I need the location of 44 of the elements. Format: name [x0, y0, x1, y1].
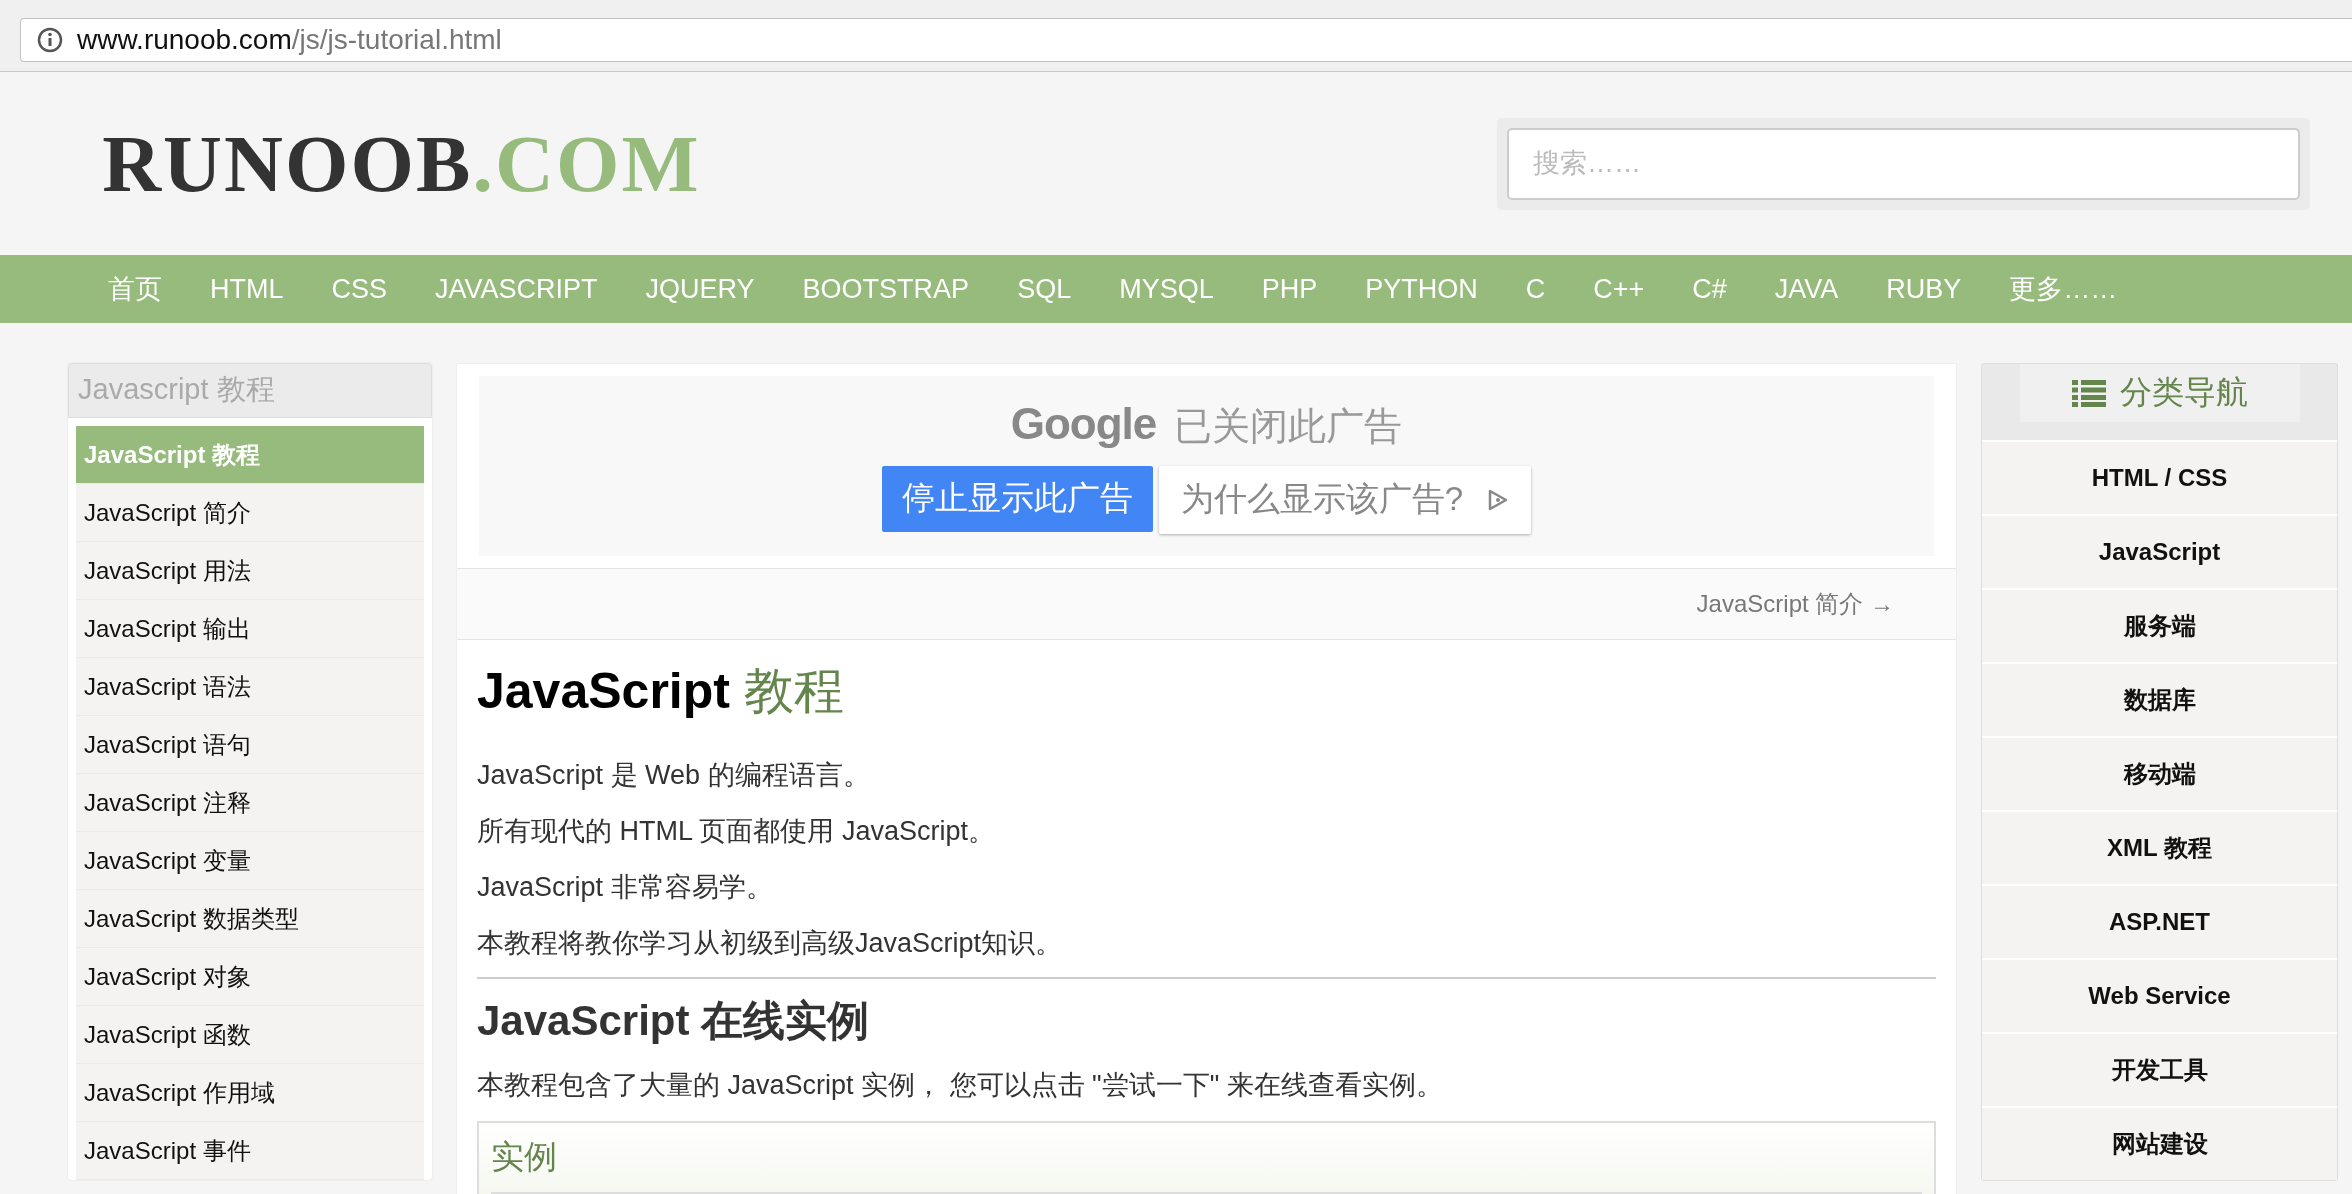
sidebar-item[interactable]: JavaScript 语句: [76, 716, 424, 774]
sidebar-item[interactable]: JavaScript 变量: [76, 832, 424, 890]
sidebar-item[interactable]: JavaScript 输出: [76, 600, 424, 658]
paragraph: JavaScript 是 Web 的编程语言。: [477, 759, 871, 792]
play-icon: [1487, 487, 1510, 512]
stop-ad-button[interactable]: 停止显示此广告: [881, 465, 1153, 532]
ad-brand: Google: [1010, 398, 1157, 449]
category-link[interactable]: 网站建设: [1982, 1106, 2337, 1180]
sidebar-item[interactable]: JavaScript 简介: [76, 484, 424, 542]
sidebar-item[interactable]: JavaScript 语法: [76, 658, 424, 716]
why-ad-button[interactable]: 为什么显示该广告?: [1158, 465, 1532, 534]
category-link[interactable]: JavaScript: [1982, 514, 2337, 588]
sidebar-item[interactable]: JavaScript 数据类型: [76, 890, 424, 948]
search-field[interactable]: 搜索……: [1507, 127, 2300, 200]
sidebar-item[interactable]: JavaScript 注释: [76, 774, 424, 832]
sidebar-item[interactable]: JavaScript 对象: [76, 948, 424, 1006]
paragraph: 本教程将教你学习从初级到高级JavaScript知识。: [477, 927, 1064, 960]
sidebar-title: Javascript 教程: [68, 363, 432, 418]
paragraph: 所有现代的 HTML 页面都使用 JavaScript。: [477, 815, 997, 848]
sidebar-item[interactable]: JavaScript 事件: [76, 1122, 424, 1180]
category-link[interactable]: HTML / CSS: [1982, 440, 2337, 514]
url-text: www.runoob.com/js/js-tutorial.html: [77, 24, 502, 56]
sidebar-item[interactable]: JavaScript 函数: [76, 1006, 424, 1064]
category-link[interactable]: 移动端: [1982, 736, 2337, 810]
info-icon: [37, 27, 63, 53]
list-icon: [2071, 379, 2106, 407]
sidebar-item[interactable]: JavaScript 用法: [76, 542, 424, 600]
site-logo[interactable]: RUNOOB.COM: [102, 123, 701, 204]
category-link[interactable]: ASP.NET: [1982, 884, 2337, 958]
paragraph: 本教程包含了大量的 JavaScript 实例， 您可以点击 "尝试一下" 来在线查看实例。: [477, 1069, 1444, 1102]
category-link[interactable]: 数据库: [1982, 662, 2337, 736]
address-bar[interactable]: www.runoob.com/js/js-tutorial.html: [20, 18, 2352, 62]
category-title-text: 分类导航: [2119, 373, 2248, 412]
example-title: 实例: [491, 1137, 558, 1177]
category-link[interactable]: 服务端: [1982, 588, 2337, 662]
ad-message: 已关闭此广告: [1174, 403, 1403, 449]
section-title: JavaScript 在线实例: [477, 996, 871, 1046]
category-link[interactable]: 开发工具: [1982, 1032, 2337, 1106]
paragraph: JavaScript 非常容易学。: [477, 871, 774, 904]
category-link[interactable]: XML 教程: [1982, 810, 2337, 884]
category-link[interactable]: Web Service: [1982, 958, 2337, 1032]
sidebar-item[interactable]: JavaScript 作用域: [76, 1064, 424, 1122]
next-link[interactable]: JavaScript 简介 →: [1696, 588, 1894, 620]
page-title: JavaScript 教程: [477, 662, 845, 721]
